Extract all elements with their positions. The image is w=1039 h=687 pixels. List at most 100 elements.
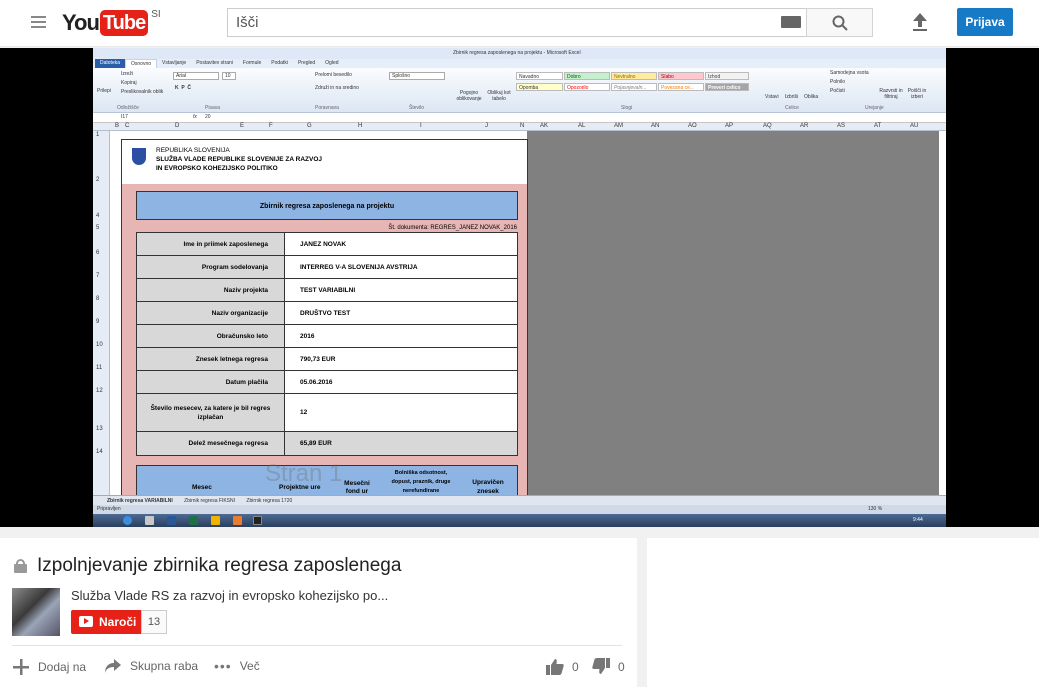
excel-window-title: Zbirnik regresa zaposlenega na projektu …: [453, 50, 581, 56]
ribbon-group-cells: Celice: [785, 105, 799, 111]
row-header: 13: [96, 426, 103, 432]
row-header: 4: [96, 213, 100, 219]
style-neutral: Nevtralno: [611, 72, 657, 80]
ribbon-group-clipboard: Odložišče: [117, 105, 139, 111]
form-title: Zbirnik regresa zaposlenega na projektu: [136, 191, 518, 220]
col-header: D: [175, 123, 180, 129]
add-to-button[interactable]: Dodaj na: [12, 658, 86, 676]
ribbon-group-alignment: Poravnava: [315, 105, 339, 111]
org-line-2: SLUŽBA VLADE REPUBLIKE SLOVENIJE ZA RAZV…: [156, 156, 323, 163]
row-header: 11: [96, 365, 103, 371]
start-icon: [123, 516, 132, 525]
style-normal: Navadno: [516, 72, 563, 80]
ribbon-sort-filter: Razvrsti in filtriraj: [879, 88, 903, 100]
field-label: Datum plačila: [137, 371, 285, 393]
excel-screen: Zbirnik regresa zaposlenega na projektu …: [93, 48, 946, 527]
ribbon-font-controls: K P Č: [175, 85, 192, 91]
field-label: Obračunsko leto: [137, 325, 285, 347]
upload-icon[interactable]: [911, 12, 929, 32]
ribbon-clear: Počisti: [830, 88, 845, 94]
excel-tab-data: Podatki: [271, 60, 288, 66]
search-button[interactable]: [806, 8, 873, 37]
keyboard-icon[interactable]: [781, 16, 801, 28]
excel-out-of-print-area: [527, 131, 939, 495]
channel-avatar[interactable]: [12, 588, 60, 636]
row-header: 12: [96, 388, 103, 394]
ribbon-conditional-formatting: Pogojno oblikovanje: [456, 90, 482, 102]
ribbon-cut: Izreži: [121, 71, 133, 77]
thumbs-up-icon: [546, 659, 564, 675]
field-value: 65,89 EUR: [285, 432, 517, 455]
signin-button[interactable]: Prijava: [957, 8, 1013, 36]
like-count: 0: [572, 659, 579, 674]
taskbar-app-icon: [233, 516, 242, 525]
org-line-3: IN EVROPSKO KOHEZIJSKO POLITIKO: [156, 165, 278, 172]
style-check: Preveri celico: [705, 83, 749, 91]
ribbon-format-painter: Preslikovalnik oblik: [121, 89, 164, 95]
excel-ribbon: Prilepi Izreži Kopiraj Preslikovalnik ob…: [93, 68, 946, 113]
like-button[interactable]: 0: [546, 658, 579, 675]
excel-column-headers: B C D E F G H I J N AK AL AM AN AO AP AQ…: [93, 123, 946, 131]
col-header: H: [358, 123, 363, 129]
search-icon: [832, 15, 848, 31]
sheet-tabs: Zbirnik regresa VARIABILNI Zbirnik regre…: [93, 495, 946, 505]
plus-icon: [13, 659, 29, 675]
excel-status-bar: Pripravljen 130 %: [93, 505, 946, 514]
sheet-tab: Zbirnik regresa 1720: [246, 498, 293, 504]
dislike-count: 0: [618, 659, 625, 674]
org-line-1: REPUBLIKA SLOVENIJA: [156, 147, 230, 154]
col-header: J: [485, 123, 488, 129]
col-header: AN: [651, 123, 660, 129]
more-dots-icon: •••: [214, 658, 232, 674]
field-value: INTERREG V-A SLOVENIJA AVSTRIJA: [285, 256, 517, 278]
col-month: Mesec: [192, 484, 212, 491]
ribbon-autosum: Samodejna vsota: [830, 70, 869, 76]
ribbon-wrap-text: Prelomi besedilo: [315, 72, 352, 78]
ribbon-format: Oblika: [804, 94, 819, 100]
document-number: Št. dokumenta: REGRES_JANEZ NOVAK_2016: [388, 225, 517, 231]
video-title-text: Izpolnjevanje zbirnika regresa zaposlene…: [37, 555, 402, 576]
field-label: Program sodelovanja: [137, 256, 285, 278]
row-header: 9: [96, 319, 100, 325]
col-absence: Bolniška odsotnost, dopust, praznik, dru…: [391, 470, 451, 494]
col-header: N: [520, 123, 525, 129]
ribbon-fill: Polnilo: [830, 79, 846, 85]
share-icon: [105, 659, 121, 673]
style-explanatory: Pojasnjevaln...: [611, 83, 657, 91]
youtube-play-icon: [79, 616, 93, 627]
channel-name-link[interactable]: Služba Vlade RS za razvoj in evropsko ko…: [71, 588, 388, 603]
col-header: AS: [837, 123, 846, 129]
form-fields-table: Ime in priimek zaposlenega JANEZ NOVAK Pr…: [136, 232, 518, 456]
video-player[interactable]: Zbirnik regresa zaposlenega na projektu …: [0, 48, 1039, 527]
ribbon-number-format: Splošno: [389, 72, 445, 80]
dislike-button[interactable]: 0: [592, 658, 625, 675]
subscribe-button[interactable]: Naroči: [71, 610, 141, 634]
org-logo-block: REPUBLIKA SLOVENIJA SLUŽBA VLADE REPUBLI…: [128, 144, 328, 176]
excel-tab-file: Datoteka: [95, 59, 126, 68]
logo-country-code: SI: [151, 9, 161, 20]
search-input[interactable]: Išči: [227, 8, 807, 37]
col-header: AR: [800, 123, 809, 129]
excel-icon: [189, 516, 198, 525]
share-button[interactable]: Skupna raba: [104, 658, 198, 674]
taskbar-app-icon: [253, 516, 262, 525]
col-header: G: [307, 123, 312, 129]
youtube-logo[interactable]: You Tube SI: [62, 9, 161, 36]
table-row: Program sodelovanja INTERREG V-A SLOVENIJ…: [137, 256, 517, 279]
excel-tab-layout: Postavitev strani: [196, 60, 233, 66]
col-header: AQ: [763, 123, 772, 129]
watch-info-panel: Izpolnjevanje zbirnika regresa zaposlene…: [0, 538, 637, 687]
org-header-text: REPUBLIKA SLOVENIJA SLUŽBA VLADE REPUBLI…: [156, 146, 322, 173]
col-header: AK: [540, 123, 549, 129]
style-good: Dobro: [564, 72, 610, 80]
unlisted-icon: [12, 559, 29, 573]
col-header: AM: [614, 123, 623, 129]
formula-value: 20: [205, 114, 211, 120]
table-row: Delež mesečnega regresa 65,89 EUR: [137, 432, 517, 455]
ribbon-font-size: 10: [222, 72, 236, 80]
more-button[interactable]: ••• Več: [214, 658, 260, 674]
row-header: 2: [96, 177, 100, 183]
col-header: AP: [725, 123, 734, 129]
guide-menu-icon[interactable]: [31, 16, 46, 28]
thumbs-down-icon: [592, 658, 610, 674]
